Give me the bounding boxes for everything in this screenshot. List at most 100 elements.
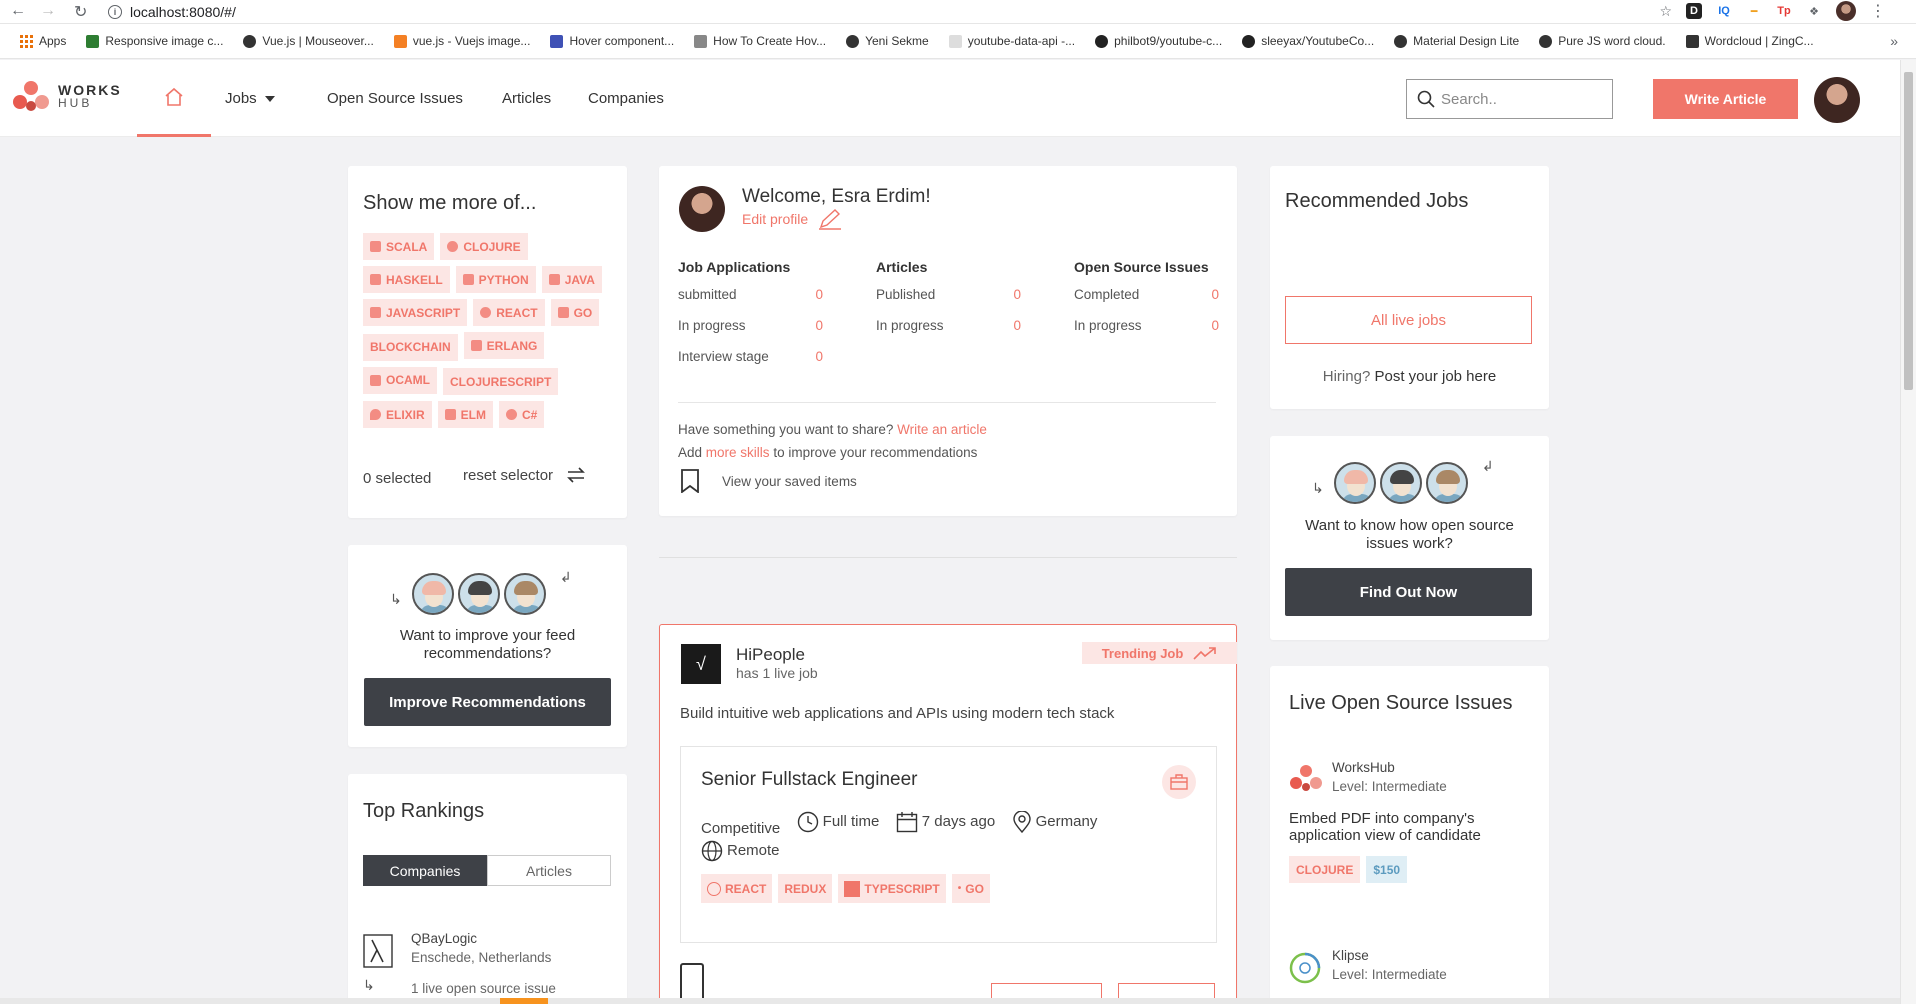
apply-button[interactable] (1162, 765, 1196, 799)
bookmark-item[interactable]: Hover component... (540, 34, 684, 48)
user-avatar[interactable] (1814, 77, 1860, 123)
tag-haskell[interactable]: HASKELL (363, 266, 450, 293)
job-company-name[interactable]: HiPeople (736, 645, 805, 665)
bookmark-item[interactable]: Responsive image c... (76, 34, 233, 48)
browser-profile-avatar[interactable] (1836, 1, 1856, 21)
tag-python[interactable]: PYTHON (455, 266, 536, 293)
issue-level: Level: Intermediate (1332, 967, 1447, 982)
search-box[interactable] (1406, 79, 1613, 119)
tag-scala[interactable]: SCALA (363, 233, 435, 260)
bookmark-item[interactable]: vue.js - Vuejs image... (384, 34, 541, 48)
tab-articles[interactable]: Articles (487, 855, 611, 886)
nav-open-source-issues[interactable]: Open Source Issues (327, 90, 463, 107)
horizontal-scrollbar[interactable] (0, 998, 1900, 1004)
job-tag-redux[interactable]: REDUX (778, 874, 833, 903)
bookmark-item[interactable]: Vue.js | Mouseover... (233, 34, 383, 48)
scrollbar-thumb[interactable] (1904, 72, 1913, 390)
nav-home[interactable] (137, 60, 211, 137)
tag-clojurescript[interactable]: CLOJURESCRIPT (443, 368, 559, 395)
trending-job-card[interactable]: √ HiPeople has 1 live job Trending Job B… (659, 624, 1237, 1004)
tag-erlang[interactable]: ERLANG (463, 332, 545, 359)
bookmark-item[interactable]: youtube-data-api -... (939, 34, 1085, 48)
bookmark-item[interactable]: Yeni Sekme (836, 34, 939, 48)
bookmark-item[interactable]: Material Design Lite (1384, 34, 1529, 48)
pencil-icon (819, 209, 842, 230)
reset-selector[interactable]: reset selector (463, 464, 587, 486)
bookmark-item[interactable]: philbot9/youtube-c... (1085, 34, 1232, 48)
puzzle-icon[interactable]: ❖ (1806, 3, 1822, 19)
job-tag-go[interactable]: • GO (951, 874, 990, 903)
bookmark-label: Responsive image c... (105, 34, 224, 48)
people-illustration: ↳ ↲ (390, 569, 590, 619)
tag-row: JAVASCRIPT REACT GO (363, 299, 623, 332)
vertical-scrollbar[interactable] (1900, 60, 1916, 1004)
extension-iq-icon[interactable]: IQ (1716, 3, 1732, 19)
bookmark-item[interactable]: sleeyax/YoutubeCo... (1232, 34, 1384, 48)
tag-javascript[interactable]: JAVASCRIPT (363, 299, 468, 326)
find-out-now-button[interactable]: Find Out Now (1285, 568, 1532, 616)
person-icon (1426, 462, 1468, 504)
write-an-article-link[interactable]: Write an article (897, 422, 987, 437)
search-input[interactable] (1441, 90, 1601, 108)
workshub-logo[interactable]: WORKS HUB (12, 80, 122, 114)
site-icon (694, 34, 708, 48)
job-tag-react[interactable]: REACT (701, 874, 773, 903)
bookmark-icon (681, 469, 699, 493)
write-article-button[interactable]: Write Article (1653, 79, 1798, 119)
tag-label: BLOCKCHAIN (370, 340, 451, 354)
tag-label: GO (573, 305, 593, 320)
reload-icon[interactable]: ↻ (74, 2, 87, 22)
python-icon (462, 274, 474, 285)
tag-ocaml[interactable]: OCAML (363, 366, 437, 394)
elm-icon (444, 409, 456, 420)
star-icon[interactable]: ☆ (1659, 3, 1672, 20)
extension-tab-icon[interactable]: ━ (1746, 3, 1762, 19)
job-listing[interactable]: Senior Fullstack Engineer Competitive Fu… (680, 746, 1217, 943)
saved-items-link[interactable]: View your saved items (680, 469, 857, 493)
stat-value: 0 (1013, 318, 1021, 333)
bookmarks-overflow-icon[interactable]: » (1890, 33, 1898, 49)
bookmark-item[interactable]: Wordcloud | ZingC... (1676, 34, 1824, 48)
tag-react[interactable]: REACT (473, 299, 545, 326)
info-icon[interactable]: i (108, 5, 122, 19)
tab-companies[interactable]: Companies (363, 855, 487, 886)
menu-dots-icon[interactable]: ⋮ (1870, 1, 1886, 21)
bookmark-item[interactable]: Pure JS word cloud. (1529, 34, 1675, 48)
tag-go[interactable]: GO (550, 299, 600, 326)
ranking-company-location: Enschede, Netherlands (411, 950, 552, 965)
top-rankings-title: Top Rankings (363, 800, 485, 822)
person-icon (1334, 462, 1376, 504)
improve-recommendations-button[interactable]: Improve Recommendations (364, 678, 611, 726)
issue-tag-clojure[interactable]: CLOJURE (1289, 856, 1361, 883)
rankings-tab-toggle: Companies Articles (363, 855, 611, 886)
nav-jobs[interactable]: Jobs (225, 90, 275, 107)
back-icon[interactable]: ← (10, 2, 26, 20)
selected-count: 0 selected (363, 470, 432, 487)
articles-heading: Articles (876, 259, 928, 275)
all-live-jobs-button[interactable]: All live jobs (1285, 296, 1532, 344)
bookmark-apps[interactable]: Apps (10, 34, 76, 48)
job-tag-typescript[interactable]: TYPESCRIPT (838, 874, 946, 903)
tag-elixir[interactable]: ELIXIR (363, 401, 432, 428)
nav-companies[interactable]: Companies (588, 90, 664, 107)
more-skills-link[interactable]: more skills (706, 445, 770, 460)
tag-csharp[interactable]: C# (499, 401, 545, 428)
issue-title: Embed PDF into company's application vie… (1289, 810, 1481, 844)
url-text: localhost:8080/#/ (130, 4, 236, 20)
nav-articles[interactable]: Articles (502, 90, 551, 107)
tag-java[interactable]: JAVA (541, 266, 602, 293)
edit-profile-link[interactable]: Edit profile (742, 208, 842, 230)
forward-icon[interactable]: → (40, 2, 56, 20)
tag-blockchain[interactable]: BLOCKCHAIN (363, 333, 458, 361)
tag-clojure[interactable]: CLOJURE (440, 233, 528, 260)
site-icon (1539, 34, 1553, 48)
extension-tp-icon[interactable]: Tp (1776, 3, 1792, 19)
job-tag-label: TYPESCRIPT (864, 881, 940, 896)
bookmark-item[interactable]: How To Create Hov... (684, 34, 836, 48)
extension-d-icon[interactable]: D (1686, 3, 1702, 19)
post-job-link[interactable]: Post your job here (1374, 368, 1496, 385)
address-bar[interactable]: i localhost:8080/#/ (108, 1, 1608, 23)
tag-row: ELIXIR ELM C# (363, 401, 623, 434)
tag-label: REACT (496, 305, 538, 320)
tag-elm[interactable]: ELM (437, 401, 494, 428)
